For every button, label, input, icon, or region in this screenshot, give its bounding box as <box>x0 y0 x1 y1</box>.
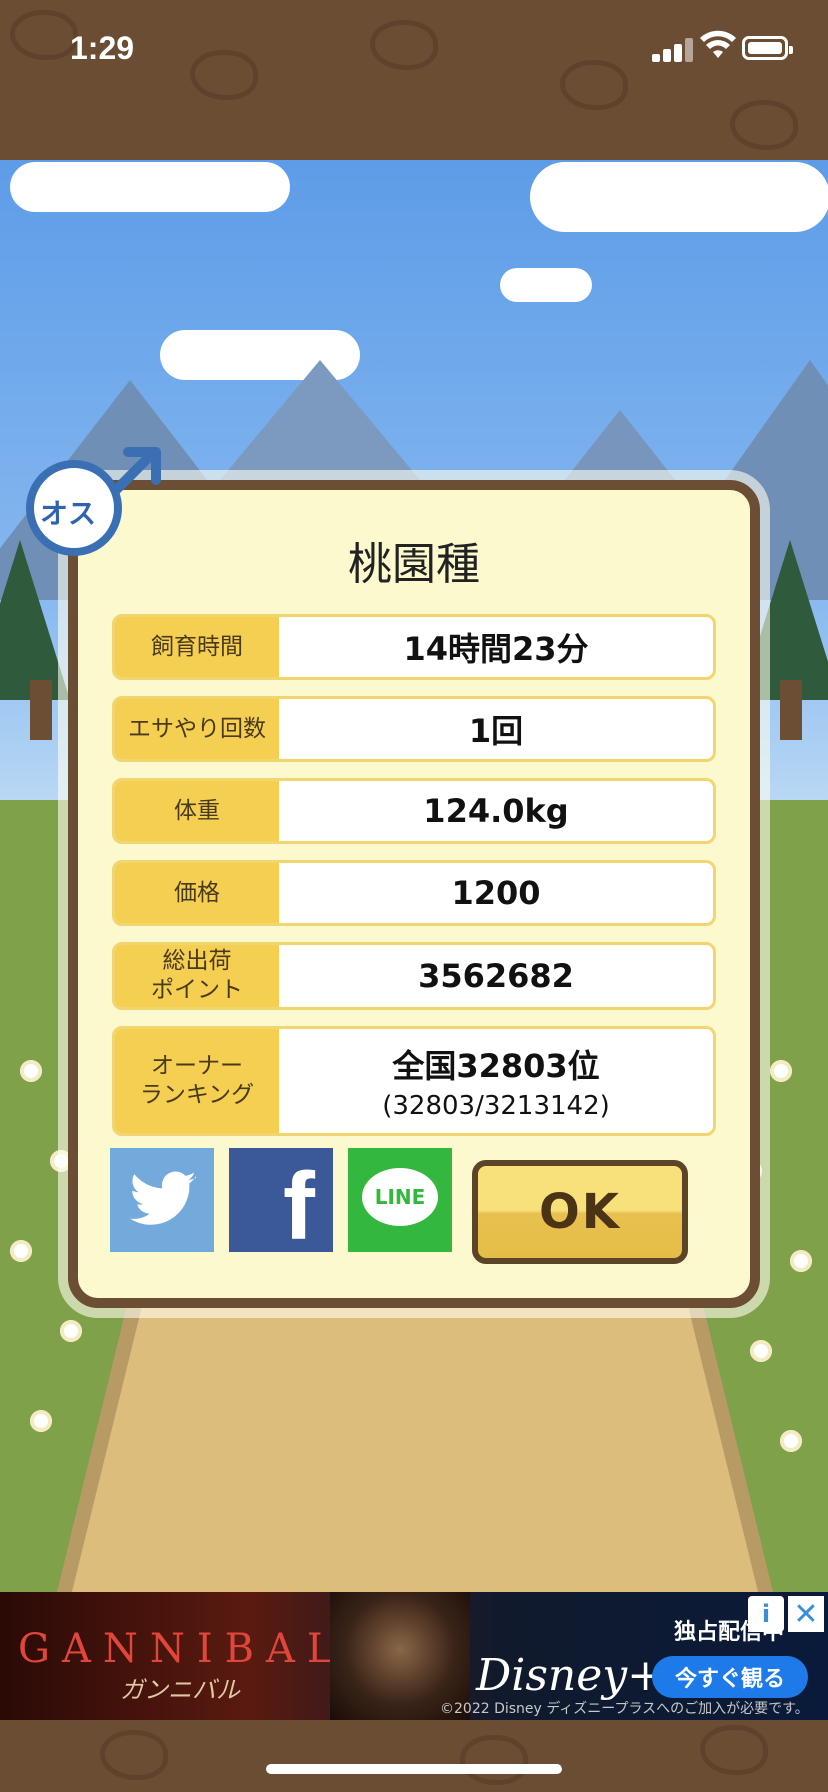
info-row-weight: 体重 124.0kg <box>112 778 716 844</box>
row-label: 体重 <box>115 781 279 841</box>
row-value: 全国32803位 (32803/3213142) <box>279 1029 713 1133</box>
flower <box>20 1060 42 1082</box>
cloud <box>500 268 592 302</box>
ranking-detail: (32803/3213142) <box>382 1091 610 1121</box>
flower <box>790 1250 812 1272</box>
dialog-title: 桃園種 <box>348 539 480 590</box>
ad-brand-logo: Disney+ <box>476 1650 665 1701</box>
info-row-breeding-time: 飼育時間 14時間23分 <box>112 614 716 680</box>
row-label: オーナー ランキング <box>115 1029 279 1133</box>
ad-title: GANNIBAL <box>18 1626 346 1672</box>
row-label: 価格 <box>115 863 279 923</box>
ad-cta-button[interactable]: 今すぐ観る <box>652 1656 808 1698</box>
bean-decoration <box>460 1735 528 1785</box>
flower <box>750 1340 772 1362</box>
cloud <box>530 162 828 232</box>
row-label: 飼育時間 <box>115 617 279 677</box>
row-value: 14時間23分 <box>403 630 589 668</box>
line-icon: LINE <box>362 1168 438 1226</box>
bean-decoration <box>100 1730 168 1780</box>
ad-info-icon[interactable]: i <box>748 1596 784 1632</box>
flower <box>10 1240 32 1262</box>
cellular-signal-icon <box>652 38 696 62</box>
male-badge: オス <box>26 440 161 558</box>
bean-decoration <box>700 1725 768 1775</box>
flower <box>30 1410 52 1432</box>
ad-subtitle: ガンニバル <box>120 1676 240 1704</box>
cloud <box>10 162 290 212</box>
flower <box>60 1320 82 1342</box>
flower <box>780 1430 802 1452</box>
tree <box>0 540 70 700</box>
row-value: 1回 <box>468 712 524 750</box>
status-time: 1:29 <box>70 30 135 66</box>
ad-close-icon[interactable]: ✕ <box>788 1596 824 1632</box>
status-bar: 1:29 <box>0 0 828 100</box>
info-row-price: 価格 1200 <box>112 860 716 926</box>
tree-trunk <box>780 680 802 740</box>
info-row-owner-ranking: オーナー ランキング 全国32803位 (32803/3213142) <box>112 1026 716 1136</box>
wifi-icon <box>700 30 736 58</box>
battery-icon <box>742 36 793 60</box>
row-label: エサやり回数 <box>115 699 279 759</box>
line-share-button[interactable]: LINE <box>348 1148 452 1252</box>
row-value: 124.0kg <box>423 792 569 830</box>
info-row-shipment-points: 総出荷 ポイント 3562682 <box>112 942 716 1010</box>
facebook-icon: f <box>283 1153 315 1260</box>
ad-banner[interactable]: GANNIBAL ガンニバル Disney+ 独占配信中 今すぐ観る ©2022… <box>0 1592 828 1720</box>
row-label: 総出荷 ポイント <box>115 945 279 1007</box>
facebook-share-button[interactable]: f <box>229 1148 333 1260</box>
gender-label: オス <box>40 497 97 530</box>
flower <box>770 1060 792 1082</box>
row-value: 3562682 <box>418 957 574 995</box>
row-value: 1200 <box>451 874 541 912</box>
info-row-feed-count: エサやり回数 1回 <box>112 696 716 762</box>
home-indicator[interactable] <box>266 1764 562 1774</box>
tree-trunk <box>30 680 52 740</box>
twitter-share-button[interactable] <box>110 1148 214 1252</box>
ranking-value: 全国32803位 <box>392 1047 600 1085</box>
ok-button[interactable]: OK <box>472 1160 688 1264</box>
ad-copyright: ©2022 Disney ディズニープラスへのご加入が必要です。 <box>440 1701 809 1717</box>
bean-decoration <box>730 100 798 150</box>
